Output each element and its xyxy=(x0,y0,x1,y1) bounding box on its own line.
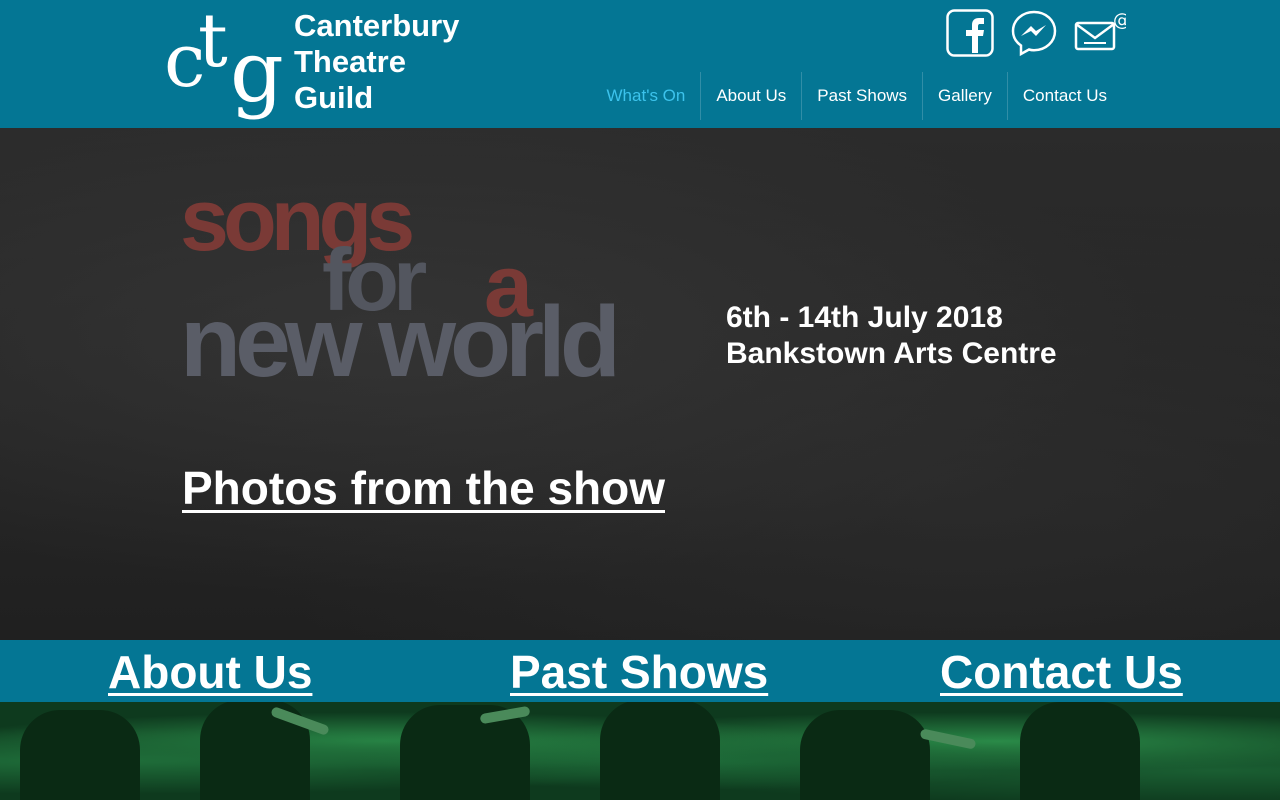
nav-whats-on[interactable]: What's On xyxy=(592,72,701,120)
quick-link-contact-us[interactable]: Contact Us xyxy=(940,644,1183,700)
messenger-icon[interactable] xyxy=(1010,9,1058,57)
show-title-graphic: songs for a new world xyxy=(180,176,700,393)
site-logo[interactable]: c t g Canterbury Theatre Guild xyxy=(164,0,474,122)
quick-links-bar: About Us Past Shows Contact Us xyxy=(0,640,1280,702)
svg-text:@: @ xyxy=(1113,10,1126,31)
logo-monogram: c t g xyxy=(164,0,286,122)
quick-link-past-shows[interactable]: Past Shows xyxy=(510,644,768,700)
main-nav: What's On About Us Past Shows Gallery Co… xyxy=(592,72,1122,120)
photos-from-show-link[interactable]: Photos from the show xyxy=(182,460,665,516)
nav-gallery[interactable]: Gallery xyxy=(922,72,1007,120)
email-icon[interactable]: @ xyxy=(1074,9,1126,57)
logo-line-1: Canterbury xyxy=(294,8,460,43)
show-venue: Bankstown Arts Centre xyxy=(726,337,1057,370)
show-dates: 6th - 14th July 2018 xyxy=(726,301,1003,334)
facebook-icon[interactable] xyxy=(946,9,994,57)
hero-banner: songs for a new world 6th - 14th July 20… xyxy=(0,128,1280,640)
performer-silhouette xyxy=(600,702,720,800)
performer-silhouette xyxy=(800,710,930,800)
nav-past-shows[interactable]: Past Shows xyxy=(801,72,922,120)
logo-wordmark: Canterbury Theatre Guild xyxy=(294,8,459,116)
quick-link-about-us[interactable]: About Us xyxy=(108,644,312,700)
performer-silhouette xyxy=(20,710,140,800)
social-links: @ xyxy=(946,8,1126,58)
performer-silhouette xyxy=(1020,702,1140,800)
show-title-new-world: new world xyxy=(180,286,621,398)
nav-about-us[interactable]: About Us xyxy=(700,72,801,120)
logo-line-3: Guild xyxy=(294,80,374,115)
performer-silhouette xyxy=(400,705,530,800)
performers-photo xyxy=(0,702,1280,800)
logo-letter-t: t xyxy=(198,0,228,84)
show-details: 6th - 14th July 2018 Bankstown Arts Cent… xyxy=(726,300,1057,372)
logo-letter-g: g xyxy=(230,23,284,121)
site-header: c t g Canterbury Theatre Guild @ What's … xyxy=(0,0,1280,128)
logo-line-2: Theatre xyxy=(294,44,406,79)
nav-contact-us[interactable]: Contact Us xyxy=(1006,72,1122,120)
